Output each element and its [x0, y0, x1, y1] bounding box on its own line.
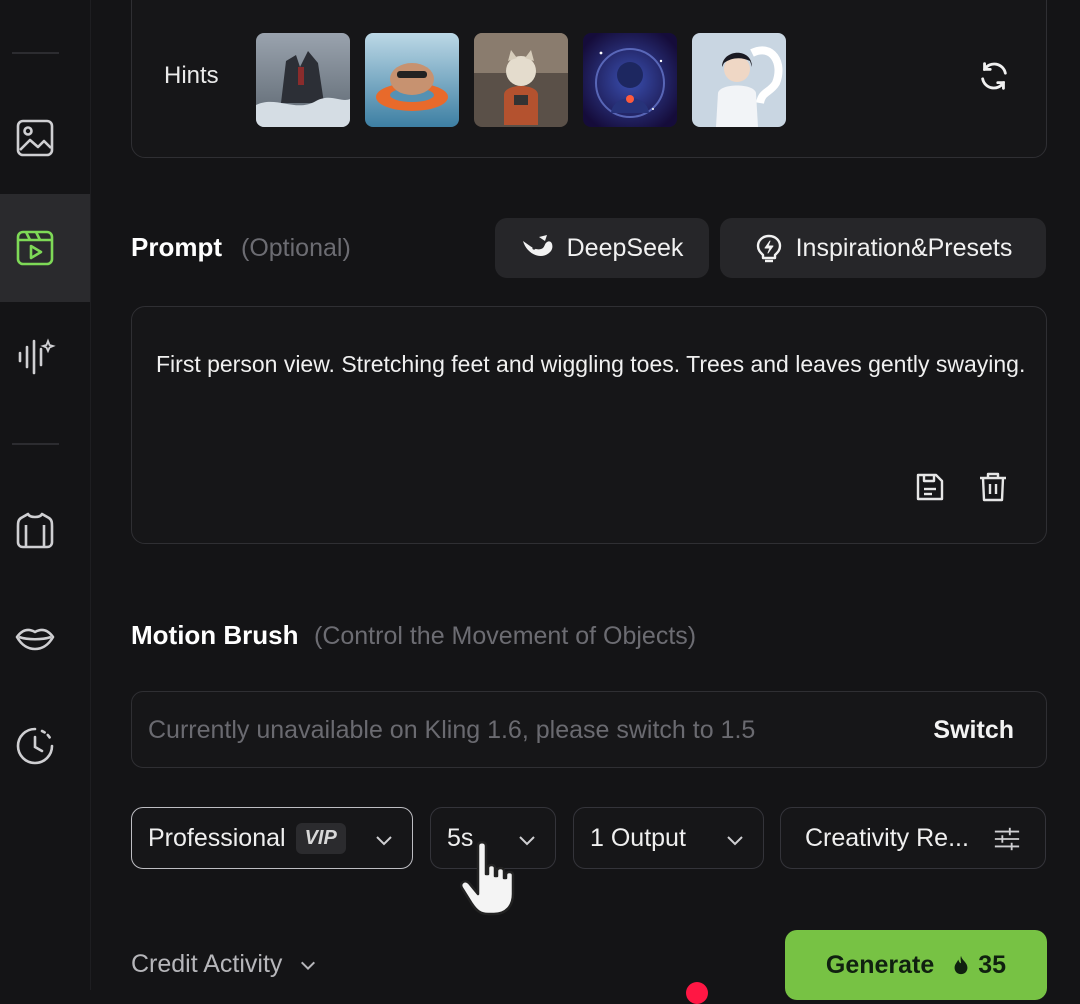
cat-astronaut-thumb[interactable]	[474, 33, 568, 127]
deepseek-button[interactable]: DeepSeek	[495, 218, 709, 278]
chevron-down-icon	[376, 836, 392, 846]
switch-button[interactable]: Switch	[933, 716, 1014, 745]
credit-activity-label: Credit Activity	[131, 950, 283, 978]
creativity-value: Creativity Re...	[805, 823, 969, 852]
motion-brush-box: Currently unavailable on Kling 1.6, plea…	[131, 691, 1047, 768]
sidebar-item-audio[interactable]	[0, 302, 90, 410]
anime-character-thumb[interactable]	[692, 33, 786, 127]
motion-brush-title: Motion Brush	[131, 620, 299, 650]
sidebar-item-history[interactable]	[0, 692, 90, 800]
prompt-optional-label: (Optional)	[241, 234, 351, 262]
motion-brush-subtitle: (Control the Movement of Objects)	[314, 622, 697, 650]
sidebar	[0, 0, 91, 990]
chevron-down-icon	[727, 836, 743, 846]
hand-cursor-icon	[460, 841, 515, 916]
creativity-select[interactable]: Creativity Re...	[780, 807, 1046, 869]
lips-icon	[5, 608, 65, 668]
stormy-tower-thumb[interactable]	[256, 33, 350, 127]
history-clock-icon	[5, 716, 65, 776]
credit-cost-value: 35	[978, 950, 1007, 979]
sidebar-divider	[12, 52, 59, 54]
video-icon	[5, 218, 65, 278]
audio-wave-icon	[5, 326, 65, 386]
refresh-button[interactable]	[976, 58, 1012, 94]
credit-cost: 35	[950, 951, 1006, 980]
prompt-text: First person view. Stretching feet and w…	[156, 351, 1026, 377]
sidebar-item-image[interactable]	[0, 84, 90, 192]
motion-brush-unavailable-text: Currently unavailable on Kling 1.6, plea…	[148, 716, 756, 744]
sidebar-item-video[interactable]	[0, 194, 90, 302]
notification-dot	[686, 982, 708, 1004]
inspiration-presets-button[interactable]: Inspiration&Presets	[720, 218, 1046, 278]
clear-prompt-button[interactable]	[975, 469, 1011, 505]
hints-card: Hints	[131, 0, 1047, 158]
prompt-textarea[interactable]: First person view. Stretching feet and w…	[131, 306, 1047, 544]
save-prompt-button[interactable]	[912, 469, 948, 505]
generate-label: Generate	[825, 950, 935, 979]
save-icon	[916, 473, 944, 501]
chevron-down-icon	[301, 961, 316, 971]
capybara-float-thumb[interactable]	[365, 33, 459, 127]
deepseek-whale-icon	[522, 235, 553, 256]
main-panel: Hints Prompt (Optional) DeepSeek Inspira…	[91, 0, 1080, 1004]
hints-label: Hints	[164, 62, 219, 89]
refresh-icon	[981, 62, 1007, 90]
prompt-title: Prompt	[131, 232, 222, 262]
shirt-icon	[5, 500, 65, 560]
mode-select[interactable]: Professional VIP	[131, 807, 413, 869]
sidebar-item-lip-sync[interactable]	[0, 584, 90, 692]
trash-icon	[980, 472, 1006, 502]
outputs-value: 1 Output	[590, 823, 686, 852]
outputs-select[interactable]: 1 Output	[573, 807, 764, 869]
flame-icon	[954, 955, 968, 975]
inspiration-presets-label: Inspiration&Presets	[795, 233, 1013, 262]
lightbulb-bolt-icon	[756, 234, 781, 263]
deepseek-label: DeepSeek	[566, 233, 684, 262]
vip-badge: VIP	[295, 822, 346, 854]
sidebar-item-outfit[interactable]	[0, 476, 90, 584]
space-astronaut-thumb[interactable]	[583, 33, 677, 127]
sidebar-divider	[12, 443, 59, 445]
credit-activity-dropdown[interactable]: Credit Activity	[131, 950, 317, 979]
mode-value: Professional	[148, 823, 286, 852]
image-icon	[5, 108, 65, 168]
sliders-icon	[994, 827, 1020, 851]
